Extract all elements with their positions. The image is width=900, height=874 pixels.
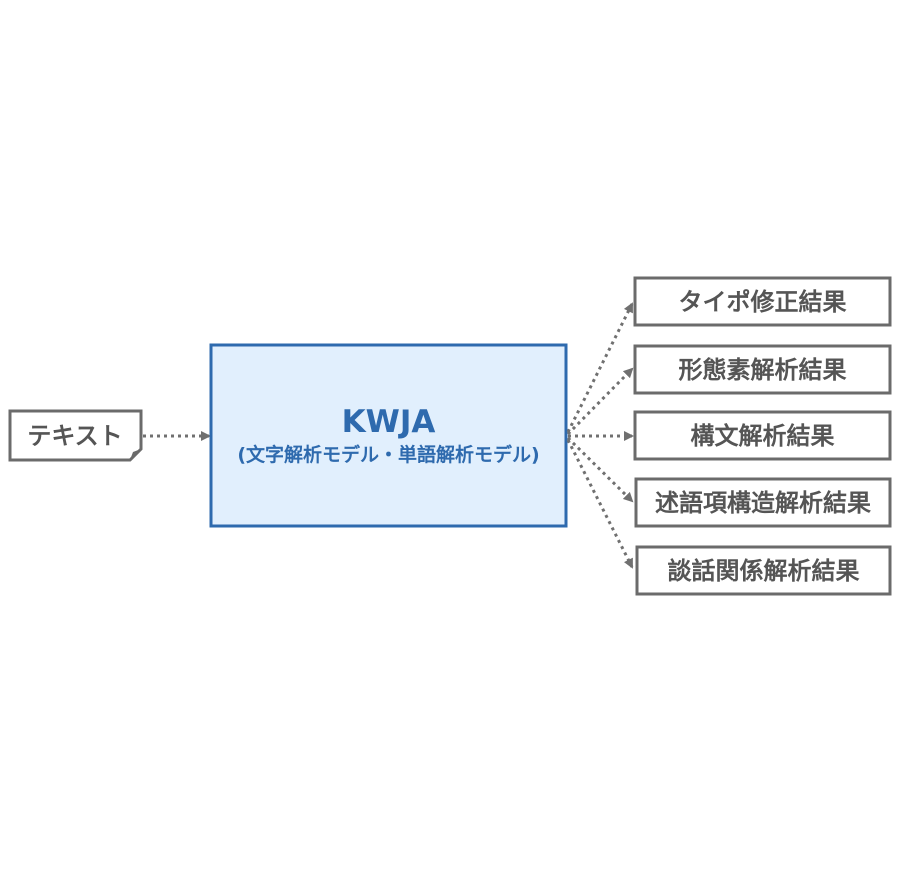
output-label: 構文解析結果 [691,422,835,450]
model-subtitle: (文字解析モデル・単語解析モデル) [237,443,539,466]
arrow-to-pas [566,436,634,503]
output-label: 述語項構造解析結果 [655,489,871,517]
output-label: 形態素解析結果 [679,356,847,384]
output-label: 談話関係解析結果 [668,557,860,585]
input-text-document: テキスト [8,409,143,462]
kwja-model-box: KWJA (文字解析モデル・単語解析モデル) [209,343,568,528]
output-box-typo: タイポ修正結果 [633,276,892,327]
architecture-diagram: テキスト KWJA (文字解析モデル・単語解析モデル) タイポ修正結果 形態素解… [8,276,892,596]
output-box-discourse: 談話関係解析結果 [635,545,892,596]
arrow-to-discourse [566,439,634,569]
input-label: テキスト [27,422,122,450]
arrow-to-typo [566,302,634,433]
output-box-morph: 形態素解析結果 [633,344,892,395]
output-box-syntax: 構文解析結果 [633,410,892,461]
arrow-to-morph [566,367,634,436]
output-label: タイポ修正結果 [679,288,847,316]
output-box-pas: 述語項構造解析結果 [634,477,892,528]
model-title: KWJA [342,404,436,440]
